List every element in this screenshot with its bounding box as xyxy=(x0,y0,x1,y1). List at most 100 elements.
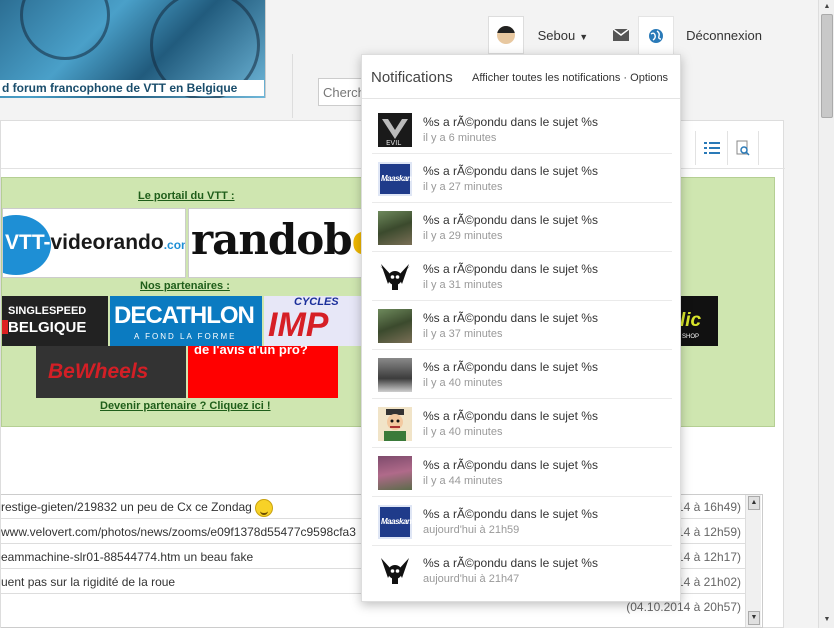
shout-message[interactable]: eammachine-slr01-88544774.htm un beau fa… xyxy=(1,545,253,568)
notification-text: %s a rÃ©pondu dans le sujet %s xyxy=(423,311,598,325)
notification-item[interactable]: %s a rÃ©pondu dans le sujet %s il y a 40… xyxy=(372,350,672,399)
skull-wings-icon xyxy=(380,264,410,290)
notification-text: %s a rÃ©pondu dans le sujet %s xyxy=(423,360,598,374)
notification-item[interactable]: EVIL %s a rÃ©pondu dans le sujet %s il y… xyxy=(372,105,672,154)
belgique-text: BELGIQUE xyxy=(8,319,87,336)
notification-item[interactable]: %s a rÃ©pondu dans le sujet %s il y a 37… xyxy=(372,301,672,350)
cartoon-avatar xyxy=(378,407,412,441)
header-divider xyxy=(292,54,293,118)
evil-logo-icon: EVIL xyxy=(382,119,408,147)
skull-wings-avatar xyxy=(378,554,412,588)
shout-date: 14 à 21h02) xyxy=(676,575,741,589)
banner-tagline: d forum francophone de VTT en Belgique xyxy=(0,80,264,96)
notifications-links[interactable]: Afficher toutes les notifications · Opti… xyxy=(472,72,668,84)
bewheels-text: BeWheels xyxy=(48,360,149,383)
portal-title[interactable]: Le portail du VTT : xyxy=(138,190,235,202)
notification-time: il y a 37 minutes xyxy=(423,328,503,340)
globe-icon xyxy=(649,28,664,43)
list-view-button[interactable] xyxy=(695,131,727,165)
singlespeed-belgique-logo[interactable]: SINGLESPEED BELGIQUE xyxy=(2,296,108,346)
notification-text: %s a rÃ©pondu dans le sujet %s xyxy=(423,507,598,521)
rando-logo-text: randobe xyxy=(191,215,363,264)
list-icon xyxy=(703,142,720,154)
notification-item[interactable]: Maaskantje %s a rÃ©pondu dans le sujet %… xyxy=(372,154,672,203)
shoutbox-scrollbar[interactable]: ▲ ▼ xyxy=(745,495,761,627)
bike-shop-sub: SHOP xyxy=(682,334,700,340)
notification-time: il y a 40 minutes xyxy=(423,377,503,389)
vtt-videorando-logo[interactable]: VTT-videorando.com xyxy=(2,208,186,278)
vtt-logo-rest: videorando xyxy=(50,231,164,254)
scroll-up-icon[interactable]: ▲ xyxy=(748,496,760,510)
notifications-header: Notifications Afficher toutes les notifi… xyxy=(362,55,680,99)
shout-message[interactable]: restige-gieten/219832 un peu de Cx ce Zo… xyxy=(1,495,273,518)
notification-text: %s a rÃ©pondu dans le sujet %s xyxy=(423,262,598,276)
bewheels-logo[interactable]: BeWheels xyxy=(36,346,186,398)
notification-time: il y a 6 minutes xyxy=(423,132,497,144)
randobe-logo[interactable]: randobe xyxy=(188,208,364,278)
notification-item[interactable]: %s a rÃ©pondu dans le sujet %s aujourd'h… xyxy=(372,546,672,595)
notification-text: %s a rÃ©pondu dans le sujet %s xyxy=(423,409,598,423)
decathlon-logo[interactable]: DECATHLON A FOND LA FORME xyxy=(110,296,262,346)
scroll-up-icon[interactable]: ▲ xyxy=(821,1,833,13)
scroll-down-icon[interactable]: ▼ xyxy=(748,611,760,625)
notification-item[interactable]: %s a rÃ©pondu dans le sujet %s il y a 40… xyxy=(372,399,672,448)
panel-tools xyxy=(695,131,759,165)
notification-text: %s a rÃ©pondu dans le sujet %s xyxy=(423,213,598,227)
bike-shop-logo[interactable]: lic SHOP xyxy=(678,296,718,346)
scroll-down-icon[interactable]: ▼ xyxy=(821,614,833,626)
shout-message[interactable]: uent pas sur la rigidité de la roue xyxy=(1,570,175,593)
notification-time: il y a 27 minutes xyxy=(423,181,503,193)
mail-icon xyxy=(613,29,630,41)
logout-link[interactable]: Déconnexion xyxy=(686,28,762,43)
notifications-title: Notifications xyxy=(371,69,453,86)
skull-wings-avatar xyxy=(378,260,412,294)
smiley-icon xyxy=(254,498,273,517)
shout-date: 14 à 16h49) xyxy=(676,500,741,514)
forum-banner[interactable]: d forum francophone de VTT en Belgique xyxy=(0,0,266,98)
notification-text: %s a rÃ©pondu dans le sujet %s xyxy=(423,458,598,472)
notification-item[interactable]: %s a rÃ©pondu dans le sujet %s il y a 29… xyxy=(372,203,672,252)
user-avatar-button[interactable] xyxy=(487,16,524,54)
evil-avatar: EVIL xyxy=(378,113,412,147)
decathlon-tagline: A FOND LA FORME xyxy=(134,332,237,341)
pro-advice-banner[interactable]: de l'avis d'un pro? xyxy=(188,346,338,398)
notification-time: il y a 40 minutes xyxy=(423,426,503,438)
svg-text:EVIL: EVIL xyxy=(386,139,401,147)
become-partner-link[interactable]: Devenir partenaire ? Cliquez ici ! xyxy=(100,400,271,412)
banner-wheel-decoration xyxy=(20,0,110,60)
notification-item[interactable]: Maaskantje %s a rÃ©pondu dans le sujet %… xyxy=(372,497,672,546)
notification-text: %s a rÃ©pondu dans le sujet %s xyxy=(423,164,598,178)
impact-text: IMP xyxy=(268,306,329,344)
mud-photo-avatar xyxy=(378,456,412,490)
pro-advice-text: de l'avis d'un pro? xyxy=(194,346,308,357)
avatar-icon xyxy=(496,26,515,44)
notification-item[interactable]: %s a rÃ©pondu dans le sujet %s il y a 31… xyxy=(372,252,672,301)
notifications-button[interactable] xyxy=(638,16,675,54)
cartoon-face-icon xyxy=(384,409,406,441)
scrollbar-thumb[interactable] xyxy=(821,14,833,118)
notifications-dropdown: Notifications Afficher toutes les notifi… xyxy=(361,54,681,602)
search-page-button[interactable] xyxy=(727,131,759,165)
user-name: Sebou xyxy=(537,27,576,43)
notification-time: il y a 29 minutes xyxy=(423,230,503,242)
singlespeed-text: SINGLESPEED xyxy=(8,305,87,317)
caret-down-icon: ▼ xyxy=(579,31,589,42)
notification-time: aujourd'hui à 21h59 xyxy=(423,524,520,536)
user-menu[interactable]: Sebou ▼ xyxy=(538,28,589,43)
messages-button[interactable] xyxy=(606,16,636,54)
vtt-logo-com: .com xyxy=(163,238,185,252)
notification-item[interactable]: %s a rÃ©pondu dans le sujet %s il y a 44… xyxy=(372,448,672,497)
bike-photo-avatar xyxy=(378,211,412,245)
cycles-impact-logo[interactable]: CYCLES IMP xyxy=(264,296,364,346)
shout-text: restige-gieten/219832 un peu de Cx ce Zo… xyxy=(1,500,252,514)
shout-date: 14 à 12h59) xyxy=(676,525,741,539)
notification-time: aujourd'hui à 21h47 xyxy=(423,573,520,585)
page-scrollbar[interactable]: ▲ ▼ xyxy=(818,0,834,628)
notification-time: il y a 44 minutes xyxy=(423,475,503,487)
partners-title[interactable]: Nos partenaires : xyxy=(140,280,230,292)
shout-message[interactable]: www.velovert.com/photos/news/zooms/e09f1… xyxy=(1,520,356,543)
maaskantje-logo-icon: Maaskantje xyxy=(381,174,420,183)
notification-text: %s a rÃ©pondu dans le sujet %s xyxy=(423,556,598,570)
bike-photo-avatar xyxy=(378,309,412,343)
notification-text: %s a rÃ©pondu dans le sujet %s xyxy=(423,115,598,129)
